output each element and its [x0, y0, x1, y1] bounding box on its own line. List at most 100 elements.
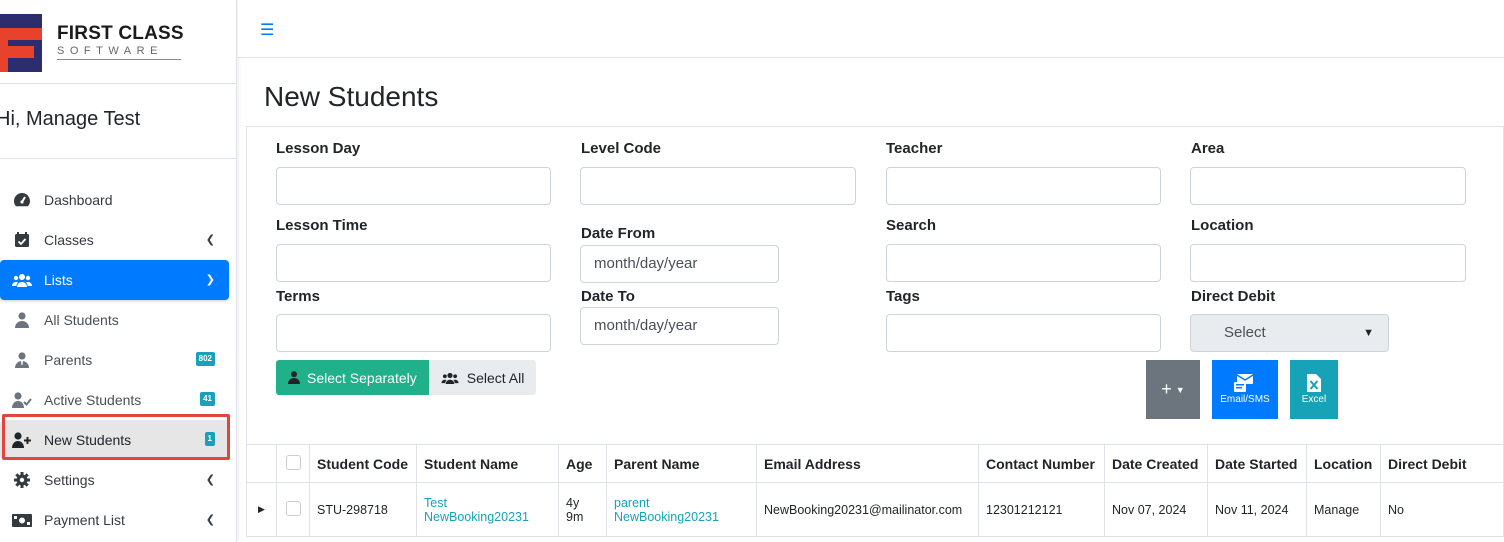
select-all-button[interactable]: Select All [428, 360, 537, 395]
app: FIRST CLASS SOFTWARE Hi, Manage Test Das… [0, 0, 1504, 542]
parent-name-link-last[interactable]: NewBooking20231 [614, 510, 749, 524]
date-from-label: Date From [581, 225, 656, 242]
column-header-date-started[interactable]: Date Started [1207, 444, 1307, 483]
sidebar-item-payment-list[interactable]: Payment List ❮ [0, 500, 229, 540]
select-separately-button[interactable]: Select Separately [276, 360, 429, 395]
search-label: Search [886, 217, 937, 234]
gear-icon [12, 471, 32, 489]
email-cell: NewBooking20231@mailinator.com [756, 482, 979, 537]
sidebar-item-active-students[interactable]: Active Students 41 [0, 380, 229, 420]
brand-text: FIRST CLASS SOFTWARE [57, 24, 184, 60]
student-name-cell: Test NewBooking20231 [416, 482, 559, 537]
chevron-left-icon: ❮ [205, 474, 215, 486]
column-header-student-name[interactable]: Student Name [416, 444, 559, 483]
lesson-time-label: Lesson Time [276, 217, 368, 234]
logo-icon [0, 14, 42, 72]
sidebar-item-label: New Students [44, 432, 132, 448]
select-separately-label: Select Separately [307, 369, 417, 386]
column-header-email[interactable]: Email Address [756, 444, 979, 483]
age-months: 9m [566, 509, 584, 524]
calendar-check-icon [12, 231, 32, 249]
active-count-badge: 41 [200, 392, 215, 406]
users-icon [12, 271, 32, 289]
date-to-input[interactable]: month/day/year [580, 307, 779, 345]
brand-name: FIRST CLASS [57, 23, 184, 44]
chevron-left-icon: ❮ [205, 234, 215, 246]
select-all-checkbox[interactable] [285, 454, 301, 470]
column-header-age[interactable]: Age [558, 444, 607, 483]
excel-export-button[interactable]: Excel [1290, 360, 1338, 419]
parent-name-cell: parent NewBooking20231 [606, 482, 757, 537]
sidebar-nav: Dashboard Classes ❮ Lists ❯ All Students… [0, 180, 237, 540]
hamburger-menu-icon[interactable]: ☰ [260, 20, 274, 40]
sidebar-item-settings[interactable]: Settings ❮ [0, 460, 229, 500]
page-title: New Students [264, 81, 439, 112]
user-greeting: Hi, Manage Test [0, 108, 141, 130]
sidebar-item-label: Active Students [44, 392, 142, 408]
column-header-contact-number[interactable]: Contact Number [978, 444, 1105, 483]
table-row[interactable]: ▶ STU-298718 Test NewBooking20231 4y 9m … [246, 482, 1504, 537]
lesson-time-input[interactable] [276, 244, 551, 282]
date-created-cell: Nov 07, 2024 [1104, 482, 1208, 537]
parents-count-badge: 802 [195, 352, 215, 366]
row-select-cell [276, 482, 310, 537]
caret-down-icon: ▼ [1175, 384, 1185, 395]
area-input[interactable] [1190, 167, 1466, 205]
tags-label: Tags [886, 288, 920, 305]
sidebar-item-dashboard[interactable]: Dashboard [0, 180, 229, 220]
level-code-input[interactable] [580, 167, 856, 205]
search-input[interactable] [886, 244, 1161, 282]
sidebar-item-new-students[interactable]: New Students 1 [0, 420, 229, 460]
plus-label: + [1161, 379, 1172, 399]
chevron-left-icon: ❮ [205, 514, 215, 526]
terms-input[interactable] [276, 314, 551, 352]
email-sms-button[interactable]: Email/SMS [1212, 360, 1278, 419]
age-cell: 4y 9m [558, 482, 607, 537]
sidebar: FIRST CLASS SOFTWARE Hi, Manage Test Das… [0, 0, 237, 542]
excel-label: Excel [1301, 394, 1327, 405]
selection-mode-toggle: Select Separately Select All [276, 360, 537, 395]
expand-column-header [246, 444, 277, 483]
brand[interactable]: FIRST CLASS SOFTWARE [0, 0, 237, 84]
column-header-student-code[interactable]: Student Code [309, 444, 417, 483]
expand-row-icon[interactable]: ▶ [246, 482, 277, 537]
direct-debit-label: Direct Debit [1191, 288, 1276, 305]
date-from-input[interactable]: month/day/year [580, 245, 779, 283]
row-checkbox[interactable] [285, 500, 301, 516]
sidebar-item-lists[interactable]: Lists ❯ [0, 260, 229, 300]
parent-name-link-first[interactable]: parent [614, 496, 749, 510]
area-label: Area [1191, 140, 1225, 157]
column-header-date-created[interactable]: Date Created [1104, 444, 1208, 483]
teacher-label: Teacher [886, 140, 943, 157]
select-column-header [276, 444, 310, 483]
lesson-day-input[interactable] [276, 167, 551, 205]
user-panel: Hi, Manage Test [0, 84, 237, 159]
student-name-link-first[interactable]: Test [424, 496, 551, 510]
terms-label: Terms [276, 288, 320, 305]
date-started-cell: Nov 11, 2024 [1207, 482, 1307, 537]
column-header-direct-debit[interactable]: Direct Debit [1380, 444, 1504, 483]
envelope-icon [1234, 374, 1254, 392]
sidebar-item-classes[interactable]: Classes ❮ [0, 220, 229, 260]
tags-input[interactable] [886, 314, 1161, 352]
column-header-parent-name[interactable]: Parent Name [606, 444, 757, 483]
brand-subtitle: SOFTWARE [57, 44, 181, 60]
select-all-label: Select All [466, 369, 525, 386]
user-icon [12, 311, 32, 329]
location-input[interactable] [1190, 244, 1466, 282]
teacher-input[interactable] [886, 167, 1161, 205]
sidebar-item-label: Settings [44, 472, 95, 488]
file-excel-icon [1307, 374, 1321, 392]
student-name-link-last[interactable]: NewBooking20231 [424, 510, 551, 524]
chevron-down-icon: ❯ [205, 274, 215, 286]
column-header-location[interactable]: Location [1306, 444, 1381, 483]
sidebar-item-all-students[interactable]: All Students [0, 300, 229, 340]
direct-debit-select[interactable]: Select ▼ [1190, 314, 1389, 352]
add-dropdown-button[interactable]: + ▼ [1146, 360, 1200, 419]
sidebar-item-parents[interactable]: Parents 802 [0, 340, 229, 380]
user-plus-icon [12, 431, 32, 449]
user-check-icon [12, 391, 32, 409]
age-years: 4y [566, 495, 580, 510]
user-tie-icon [12, 351, 32, 369]
sidebar-item-label: Parents [44, 352, 93, 368]
